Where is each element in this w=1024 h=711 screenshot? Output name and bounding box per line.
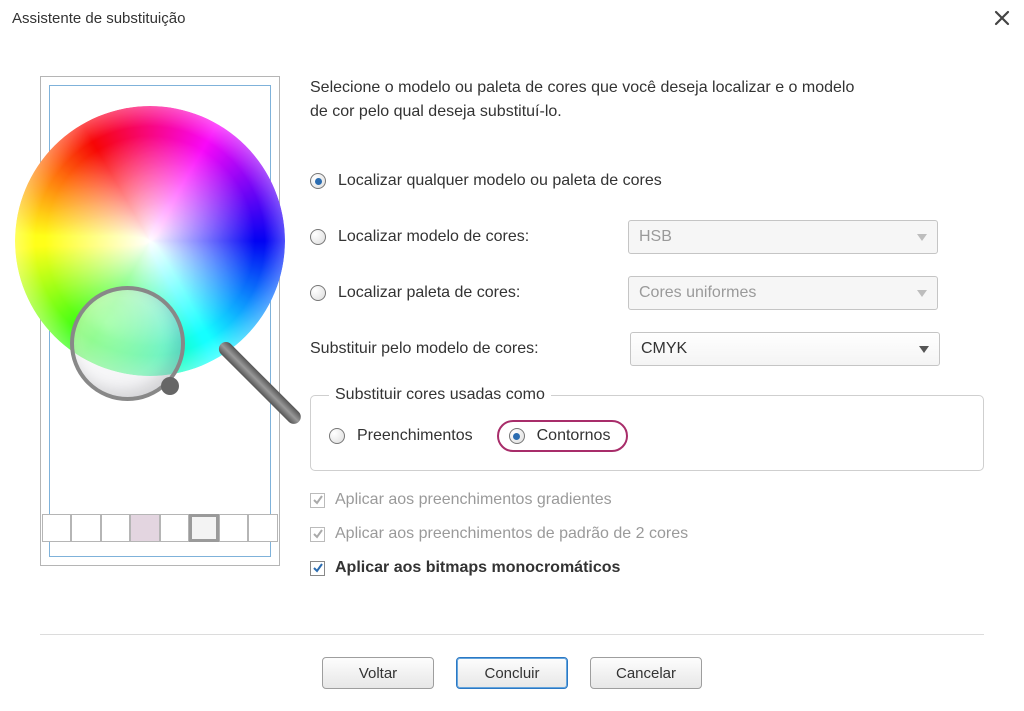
- row-replace-with: Substituir pelo modelo de cores: CMYK: [310, 330, 984, 368]
- option-find-any[interactable]: Localizar qualquer modelo ou paleta de c…: [310, 162, 984, 200]
- close-button[interactable]: [992, 8, 1012, 28]
- option-outlines[interactable]: Contornos: [497, 420, 629, 452]
- check-two-color-pattern-row: Aplicar aos preenchimentos de padrão de …: [310, 525, 984, 543]
- label-replace-with: Substituir pelo modelo de cores:: [310, 340, 630, 358]
- label-fills: Preenchimentos: [357, 427, 473, 445]
- group-legend: Substituir cores usadas como: [329, 386, 551, 404]
- select-color-palette-value: Cores uniformes: [639, 284, 756, 302]
- radio-outlines[interactable]: [509, 428, 525, 444]
- radio-find-model[interactable]: [310, 229, 326, 245]
- label-gradient-fills: Aplicar aos preenchimentos gradientes: [335, 491, 612, 509]
- radio-find-any[interactable]: [310, 173, 326, 189]
- cancel-button[interactable]: Cancelar: [590, 657, 702, 689]
- check-mono-bitmaps-row[interactable]: Aplicar aos bitmaps monocromáticos: [310, 559, 984, 577]
- back-button[interactable]: Voltar: [322, 657, 434, 689]
- label-two-color-pattern: Aplicar aos preenchimentos de padrão de …: [335, 525, 688, 543]
- dialog-title: Assistente de substituição: [12, 10, 992, 27]
- option-fills[interactable]: Preenchimentos: [329, 427, 473, 445]
- select-color-model: HSB: [628, 220, 938, 254]
- select-replace-model[interactable]: CMYK: [630, 332, 940, 366]
- check-two-color-pattern: [310, 527, 325, 542]
- wizard-content: Selecione o modelo ou paleta de cores qu…: [310, 76, 984, 628]
- wizard-illustration: [40, 76, 280, 566]
- label-find-palette: Localizar paleta de cores:: [338, 284, 628, 302]
- option-find-palette[interactable]: Localizar paleta de cores: Cores uniform…: [310, 274, 984, 312]
- option-find-model[interactable]: Localizar modelo de cores: HSB: [310, 218, 984, 256]
- swatch-strip: [42, 514, 278, 544]
- replace-wizard-dialog: Assistente de substituição Selecione o m…: [0, 0, 1024, 711]
- check-icon: [312, 494, 324, 506]
- select-color-palette: Cores uniformes: [628, 276, 938, 310]
- chevron-down-icon: [917, 290, 927, 297]
- select-color-model-value: HSB: [639, 228, 672, 246]
- radio-fills[interactable]: [329, 428, 345, 444]
- chevron-down-icon: [917, 234, 927, 241]
- check-gradient-fills: [310, 493, 325, 508]
- label-mono-bitmaps: Aplicar aos bitmaps monocromáticos: [335, 559, 620, 577]
- titlebar: Assistente de substituição: [0, 0, 1024, 36]
- label-outlines: Contornos: [537, 427, 611, 445]
- select-replace-model-value: CMYK: [641, 340, 687, 358]
- label-find-any: Localizar qualquer modelo ou paleta de c…: [338, 172, 662, 190]
- dialog-footer: Voltar Concluir Cancelar: [0, 635, 1024, 711]
- finish-button[interactable]: Concluir: [456, 657, 568, 689]
- group-replace-usage: Substituir cores usadas como Preenchimen…: [310, 386, 984, 471]
- check-gradient-fills-row: Aplicar aos preenchimentos gradientes: [310, 491, 984, 509]
- chevron-down-icon: [919, 346, 929, 353]
- instructions-text: Selecione o modelo ou paleta de cores qu…: [310, 76, 870, 124]
- check-icon: [312, 562, 324, 574]
- label-find-model: Localizar modelo de cores:: [338, 228, 628, 246]
- check-icon: [312, 528, 324, 540]
- close-icon: [994, 10, 1010, 26]
- check-mono-bitmaps[interactable]: [310, 561, 325, 576]
- magnifier-icon: [70, 286, 185, 401]
- radio-find-palette[interactable]: [310, 285, 326, 301]
